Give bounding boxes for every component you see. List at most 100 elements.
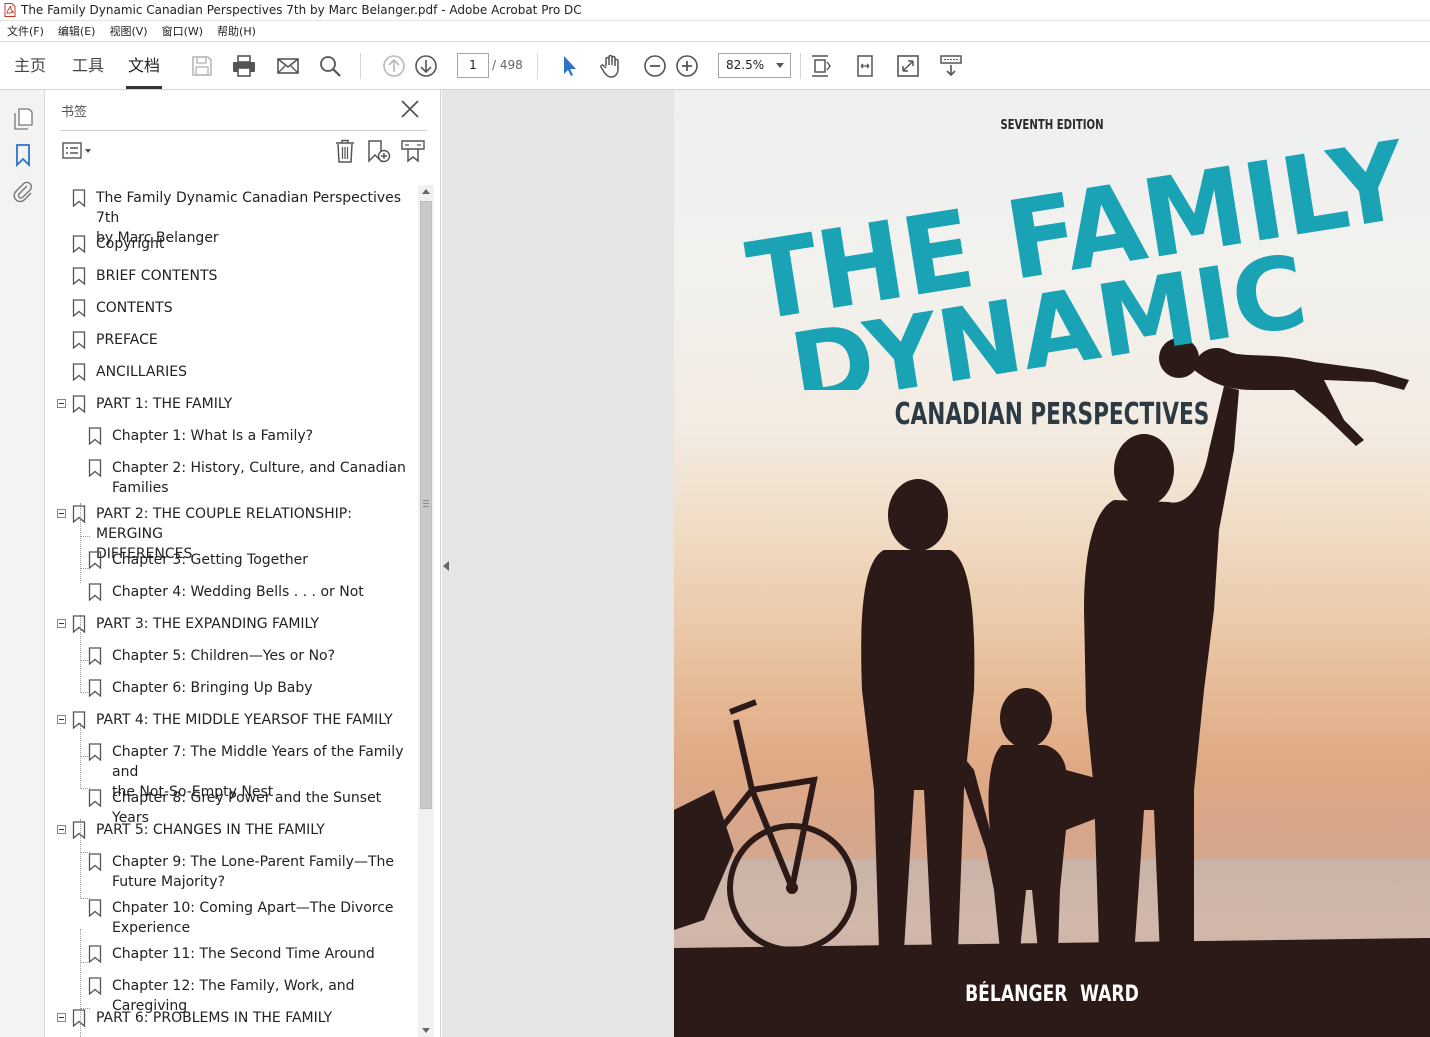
menu-help[interactable]: 帮助(H) <box>217 23 256 39</box>
collapse-panel-icon[interactable] <box>443 561 449 571</box>
bookmark-item[interactable]: BRIEF CONTENTS <box>96 266 217 286</box>
close-icon[interactable] <box>399 98 421 120</box>
bookmark-icon <box>72 711 86 729</box>
bookmark-item[interactable]: PART 3: THE EXPANDING FAMILY <box>96 614 319 634</box>
bookmark-icon <box>88 583 102 601</box>
fit-width-icon[interactable] <box>852 53 878 79</box>
bookmark-icon <box>72 189 86 207</box>
hand-tool-icon[interactable] <box>598 53 624 79</box>
tab-document[interactable]: 文档 <box>126 43 162 89</box>
full-screen-icon[interactable] <box>895 53 921 79</box>
scroll-thumb[interactable] <box>420 201 432 809</box>
bookmark-item[interactable]: ANCILLARIES <box>96 362 187 382</box>
menu-edit[interactable]: 编辑(E) <box>58 23 96 39</box>
expand-bookmark-icon[interactable] <box>399 138 427 164</box>
scroll-up-icon[interactable] <box>422 189 430 194</box>
fit-page-icon[interactable] <box>808 53 834 79</box>
menu-bar: 文件(F) 编辑(E) 视图(V) 窗口(W) 帮助(H) <box>0 21 1430 42</box>
page-thumbnails-icon[interactable] <box>10 106 36 132</box>
tab-home[interactable]: 主页 <box>12 43 48 89</box>
bookmark-item[interactable]: Chpater 10: Coming Apart—The Divorce Expe… <box>112 898 394 938</box>
next-page-icon[interactable] <box>413 53 439 79</box>
bookmark-label: Chapter 9: The Lone-Parent Family—The <box>112 854 394 870</box>
bookmark-icon <box>72 299 86 317</box>
bookmark-icon <box>88 551 102 569</box>
cover-author-1: BÉLANGER <box>965 982 1068 1007</box>
cover-subtitle: CANADIAN PERSPECTIVES <box>894 397 1210 432</box>
zoom-in-icon[interactable] <box>674 53 700 79</box>
scroll-mode-icon[interactable] <box>938 53 964 79</box>
bookmark-label: Chapter 7: The Middle Years of the Famil… <box>112 744 404 780</box>
menu-view[interactable]: 视图(V) <box>109 23 147 39</box>
previous-page-icon[interactable] <box>381 53 407 79</box>
new-bookmark-icon[interactable] <box>365 138 393 164</box>
bookmark-icon <box>88 743 102 761</box>
book-cover-page: SEVENTH EDITION THE FAMILY DYNAMIC CANAD… <box>674 90 1430 1037</box>
pdf-file-icon <box>4 3 16 17</box>
bookmark-icon <box>88 945 102 963</box>
bookmark-label: Chapter 2: History, Culture, and Canadia… <box>112 460 406 476</box>
bookmark-label: The Family Dynamic Canadian Perspectives… <box>96 190 402 226</box>
menu-window[interactable]: 窗口(W) <box>162 23 203 39</box>
collapse-toggle[interactable] <box>57 825 66 834</box>
bookmark-label: Chpater 10: Coming Apart—The Divorce <box>112 900 394 916</box>
save-icon[interactable] <box>189 53 215 79</box>
bookmark-item[interactable]: PART 5: CHANGES IN THE FAMILY <box>96 820 325 840</box>
cover-author-2: WARD <box>1079 982 1139 1007</box>
menu-file[interactable]: 文件(F) <box>7 23 44 39</box>
page-number-input[interactable]: 1 <box>457 53 489 78</box>
collapse-toggle[interactable] <box>57 509 66 518</box>
bookmark-item[interactable]: CONTENTS <box>96 298 173 318</box>
email-icon[interactable] <box>275 53 301 79</box>
bookmark-item[interactable]: Chapter 5: Children—Yes or No? <box>112 646 335 666</box>
bookmark-icon <box>88 459 102 477</box>
bookmark-list: The Family Dynamic Canadian Perspectives… <box>45 185 417 1037</box>
bookmark-item[interactable]: PART 4: THE MIDDLE YEARSOF THE FAMILY <box>96 710 393 730</box>
bookmark-icon <box>72 615 86 633</box>
zoom-value: 82.5% <box>726 58 765 72</box>
bookmark-icon <box>88 977 102 995</box>
navigation-rail <box>0 90 45 1037</box>
toolbar-separator <box>360 53 361 79</box>
bookmark-item[interactable]: Copyright <box>96 234 164 254</box>
bookmark-item[interactable]: PREFACE <box>96 330 158 350</box>
bookmark-item[interactable]: Chapter 6: Bringing Up Baby <box>112 678 313 698</box>
toolbar-separator <box>537 53 538 79</box>
bookmark-item[interactable]: Chapter 9: The Lone-Parent Family—The Fut… <box>112 852 394 892</box>
bookmark-icon <box>88 679 102 697</box>
bookmark-item[interactable]: Chapter 2: History, Culture, and Canadia… <box>112 458 406 498</box>
search-icon[interactable] <box>317 53 343 79</box>
bookmark-label: Families <box>112 480 169 496</box>
panel-divider <box>60 130 427 131</box>
tab-tools[interactable]: 工具 <box>70 43 106 89</box>
delete-bookmark-icon[interactable] <box>331 138 359 164</box>
bookmark-item[interactable]: Chapter 11: The Second Time Around <box>112 944 375 964</box>
print-icon[interactable] <box>231 53 257 79</box>
collapse-toggle[interactable] <box>57 715 66 724</box>
bookmark-icon <box>88 647 102 665</box>
scroll-down-icon[interactable] <box>422 1028 430 1033</box>
panel-toolbar <box>45 134 441 172</box>
bookmark-item[interactable]: Chapter 3: Getting Together <box>112 550 308 570</box>
zoom-select[interactable]: 82.5% <box>718 53 791 78</box>
bookmark-label: PART 2: THE COUPLE RELATIONSHIP: MERGING <box>96 506 352 542</box>
bookmark-scrollbar[interactable] <box>418 185 434 1037</box>
options-menu-icon[interactable] <box>61 138 95 164</box>
bookmark-item[interactable]: PART 1: THE FAMILY <box>96 394 232 414</box>
bookmark-item[interactable]: Chapter 1: What Is a Family? <box>112 426 313 446</box>
select-cursor-icon[interactable] <box>556 53 582 79</box>
collapse-toggle[interactable] <box>57 1013 66 1022</box>
collapse-toggle[interactable] <box>57 399 66 408</box>
title-bar: The Family Dynamic Canadian Perspectives… <box>0 0 1430 21</box>
bookmark-item[interactable]: Chapter 4: Wedding Bells . . . or Not <box>112 582 364 602</box>
tree-line <box>80 536 90 537</box>
panel-title: 书签 <box>61 105 88 120</box>
bookmark-item[interactable]: PART 6: PROBLEMS IN THE FAMILY <box>96 1008 332 1028</box>
bookmark-icon <box>72 267 86 285</box>
collapse-toggle[interactable] <box>57 619 66 628</box>
bookmark-icon <box>88 853 102 871</box>
attachments-icon[interactable] <box>10 178 36 204</box>
bookmark-icon <box>88 789 102 807</box>
bookmarks-icon[interactable] <box>10 142 36 168</box>
zoom-out-icon[interactable] <box>642 53 668 79</box>
